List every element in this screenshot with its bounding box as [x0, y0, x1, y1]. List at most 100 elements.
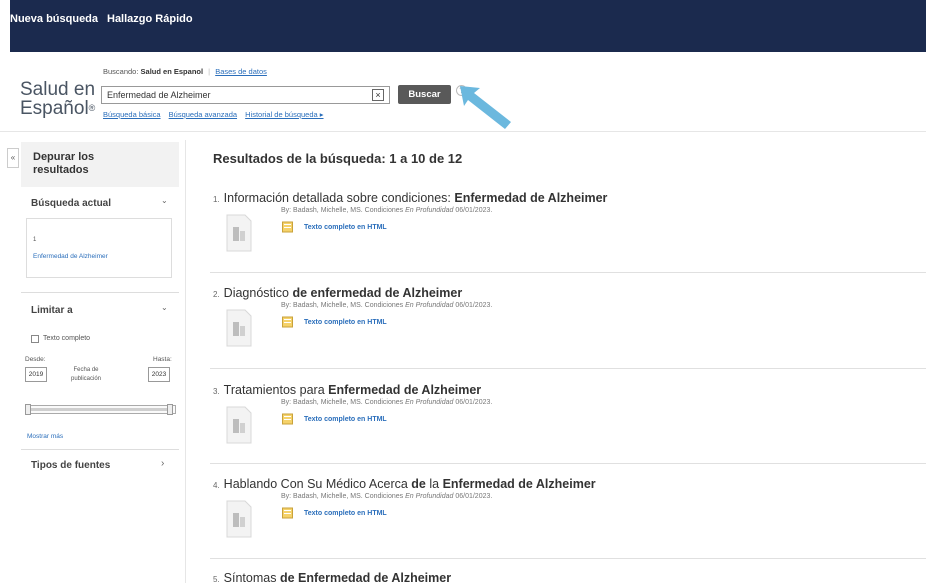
html-fulltext-icon	[282, 221, 293, 233]
result-authors: By: Badash, Michelle, MS. Condiciones	[281, 207, 406, 214]
result-title-link[interactable]: 5. Síntomas de Enfermedad de Alzheimer	[213, 571, 451, 583]
html-fulltext-link[interactable]: Texto completo en HTML	[304, 319, 387, 326]
html-fulltext-link[interactable]: Texto completo en HTML	[304, 416, 387, 423]
result-authors: By: Badash, Michelle, MS. Condiciones	[281, 302, 406, 309]
result-title-bold: de	[411, 477, 426, 491]
result-title-text: Hablando Con Su Médico Acerca	[223, 477, 412, 491]
from-label: Desde:	[25, 356, 46, 363]
choose-databases-link[interactable]: Bases de datos	[215, 67, 267, 76]
result-divider	[210, 368, 926, 369]
publication-date-label: Fecha de publicación	[67, 366, 105, 384]
result-number: 3.	[213, 387, 220, 396]
html-fulltext-icon	[282, 507, 293, 519]
sidebar: Depurar los resultados Búsqueda actual ⌄…	[21, 142, 179, 583]
show-more-link[interactable]: Mostrar más	[27, 433, 63, 440]
from-year-input[interactable]: 2019	[25, 367, 47, 382]
result-title-bold: de Enfermedad de Alzheimer	[279, 571, 452, 583]
quick-find-link[interactable]: Hallazgo Rápido	[107, 13, 193, 25]
sidebar-main-divider	[185, 140, 186, 583]
result-title-link[interactable]: 1. Información detallada sobre condicione…	[213, 191, 607, 205]
chevron-down-icon[interactable]: ⌄	[161, 196, 168, 205]
result-title-link[interactable]: 4. Hablando Con Su Médico Acerca de la En…	[213, 477, 596, 491]
result-divider	[210, 558, 926, 559]
result-item: 1. Información detallada sobre condicione…	[210, 191, 926, 291]
document-thumbnail-icon[interactable]	[221, 213, 257, 253]
result-item: 4. Hablando Con Su Médico Acerca de la En…	[210, 477, 926, 577]
new-search-link[interactable]: Nueva búsqueda	[10, 13, 98, 25]
logo: Salud en Español®	[20, 80, 95, 118]
advanced-search-link[interactable]: Búsqueda avanzada	[169, 110, 237, 119]
result-title-text: Síntomas	[223, 571, 280, 583]
logo-line1: Salud en	[20, 79, 96, 100]
result-title-bold: de enfermedad de Alzheimer	[292, 286, 463, 300]
result-source: En Profundidad	[405, 399, 454, 406]
result-item: 3. Tratamientos para Enfermedad de Alzhei…	[210, 383, 926, 483]
result-authors: By: Badash, Michelle, MS. Condiciones	[281, 399, 406, 406]
result-item: 2. Diagnóstico de enfermedad de Alzheimer…	[210, 286, 926, 386]
document-thumbnail-icon[interactable]	[221, 308, 257, 348]
result-meta: By: Badash, Michelle, MS. Condiciones En…	[281, 399, 492, 406]
result-title-bold: Enfermedad de Alzheimer	[442, 477, 596, 491]
search-sublinks: Búsqueda básica Búsqueda avanzada Histor…	[103, 110, 330, 119]
result-title-text: Tratamientos para	[223, 383, 329, 397]
result-item: 5. Síntomas de Enfermedad de Alzheimer	[210, 571, 926, 583]
logo-line2: Español	[20, 98, 89, 119]
limit-to-title[interactable]: Limitar a	[31, 305, 73, 316]
result-number: 1.	[213, 195, 220, 204]
collapse-sidebar-icon[interactable]: «	[7, 148, 19, 168]
result-title-bold: Enfermedad de Alzheimer	[454, 191, 608, 205]
result-meta: By: Badash, Michelle, MS. Condiciones En…	[281, 207, 492, 214]
result-source: En Profundidad	[405, 302, 454, 309]
result-title-bold: Enfermedad de Alzheimer	[328, 383, 482, 397]
chevron-right-icon[interactable]: ›	[161, 458, 164, 469]
html-fulltext-link[interactable]: Texto completo en HTML	[304, 510, 387, 517]
result-title-text: la	[425, 477, 443, 491]
result-divider	[210, 272, 926, 273]
result-source: En Profundidad	[405, 207, 454, 214]
current-search-term[interactable]: Enfermedad de Alzheimer	[33, 253, 108, 260]
publication-date-label-1: Fecha de	[73, 367, 99, 373]
result-title-text: Información detallada sobre condiciones:	[223, 191, 455, 205]
html-fulltext-icon	[282, 413, 293, 425]
search-button[interactable]: Buscar	[398, 85, 451, 104]
refine-results-header: Depurar los resultados	[21, 142, 179, 187]
result-source: En Profundidad	[405, 493, 454, 500]
html-fulltext-link[interactable]: Texto completo en HTML	[304, 224, 387, 231]
slider-handle-start[interactable]	[25, 404, 31, 415]
basic-search-link[interactable]: Búsqueda básica	[103, 110, 161, 119]
html-fulltext-icon	[282, 316, 293, 328]
search-history-link[interactable]: Historial de búsqueda ▸	[245, 110, 323, 119]
current-search-number: 1	[33, 237, 37, 243]
result-number: 4.	[213, 481, 220, 490]
result-date: 06/01/2023.	[453, 302, 493, 309]
results-area: Resultados de la búsqueda: 1 a 10 de 12 …	[210, 140, 926, 583]
date-range-slider[interactable]	[25, 404, 176, 415]
to-label: Hasta:	[153, 356, 172, 363]
searching-prefix: Buscando:	[103, 67, 139, 76]
result-date: 06/01/2023.	[453, 399, 493, 406]
current-database: Salud en Espanol	[140, 67, 204, 76]
search-input[interactable]	[101, 86, 390, 104]
result-title-link[interactable]: 2. Diagnóstico de enfermedad de Alzheimer	[213, 286, 462, 300]
result-title-text: Diagnóstico	[223, 286, 293, 300]
source-types-title[interactable]: Tipos de fuentes	[31, 460, 110, 471]
full-text-checkbox[interactable]	[31, 335, 39, 343]
clear-icon[interactable]: ×	[372, 89, 384, 101]
current-search-title[interactable]: Búsqueda actual	[31, 198, 111, 209]
document-thumbnail-icon[interactable]	[221, 405, 257, 445]
current-search-box: 1 Enfermedad de Alzheimer	[26, 218, 172, 278]
to-year-input[interactable]: 2023	[148, 367, 170, 382]
result-date: 06/01/2023.	[453, 207, 493, 214]
logo-trademark: ®	[88, 103, 96, 113]
full-text-label: Texto completo	[43, 335, 91, 342]
publication-date-label-2: publicación	[70, 376, 102, 382]
chevron-down-icon[interactable]: ⌄	[161, 303, 168, 312]
result-title-link[interactable]: 3. Tratamientos para Enfermedad de Alzhei…	[213, 383, 481, 397]
document-thumbnail-icon[interactable]	[221, 499, 257, 539]
results-heading: Resultados de la búsqueda: 1 a 10 de 12	[213, 151, 463, 166]
result-date: 06/01/2023.	[453, 493, 493, 500]
slider-handle-end[interactable]	[167, 404, 173, 415]
sidebar-divider	[21, 292, 179, 293]
result-number: 5.	[213, 575, 220, 583]
result-number: 2.	[213, 290, 220, 299]
